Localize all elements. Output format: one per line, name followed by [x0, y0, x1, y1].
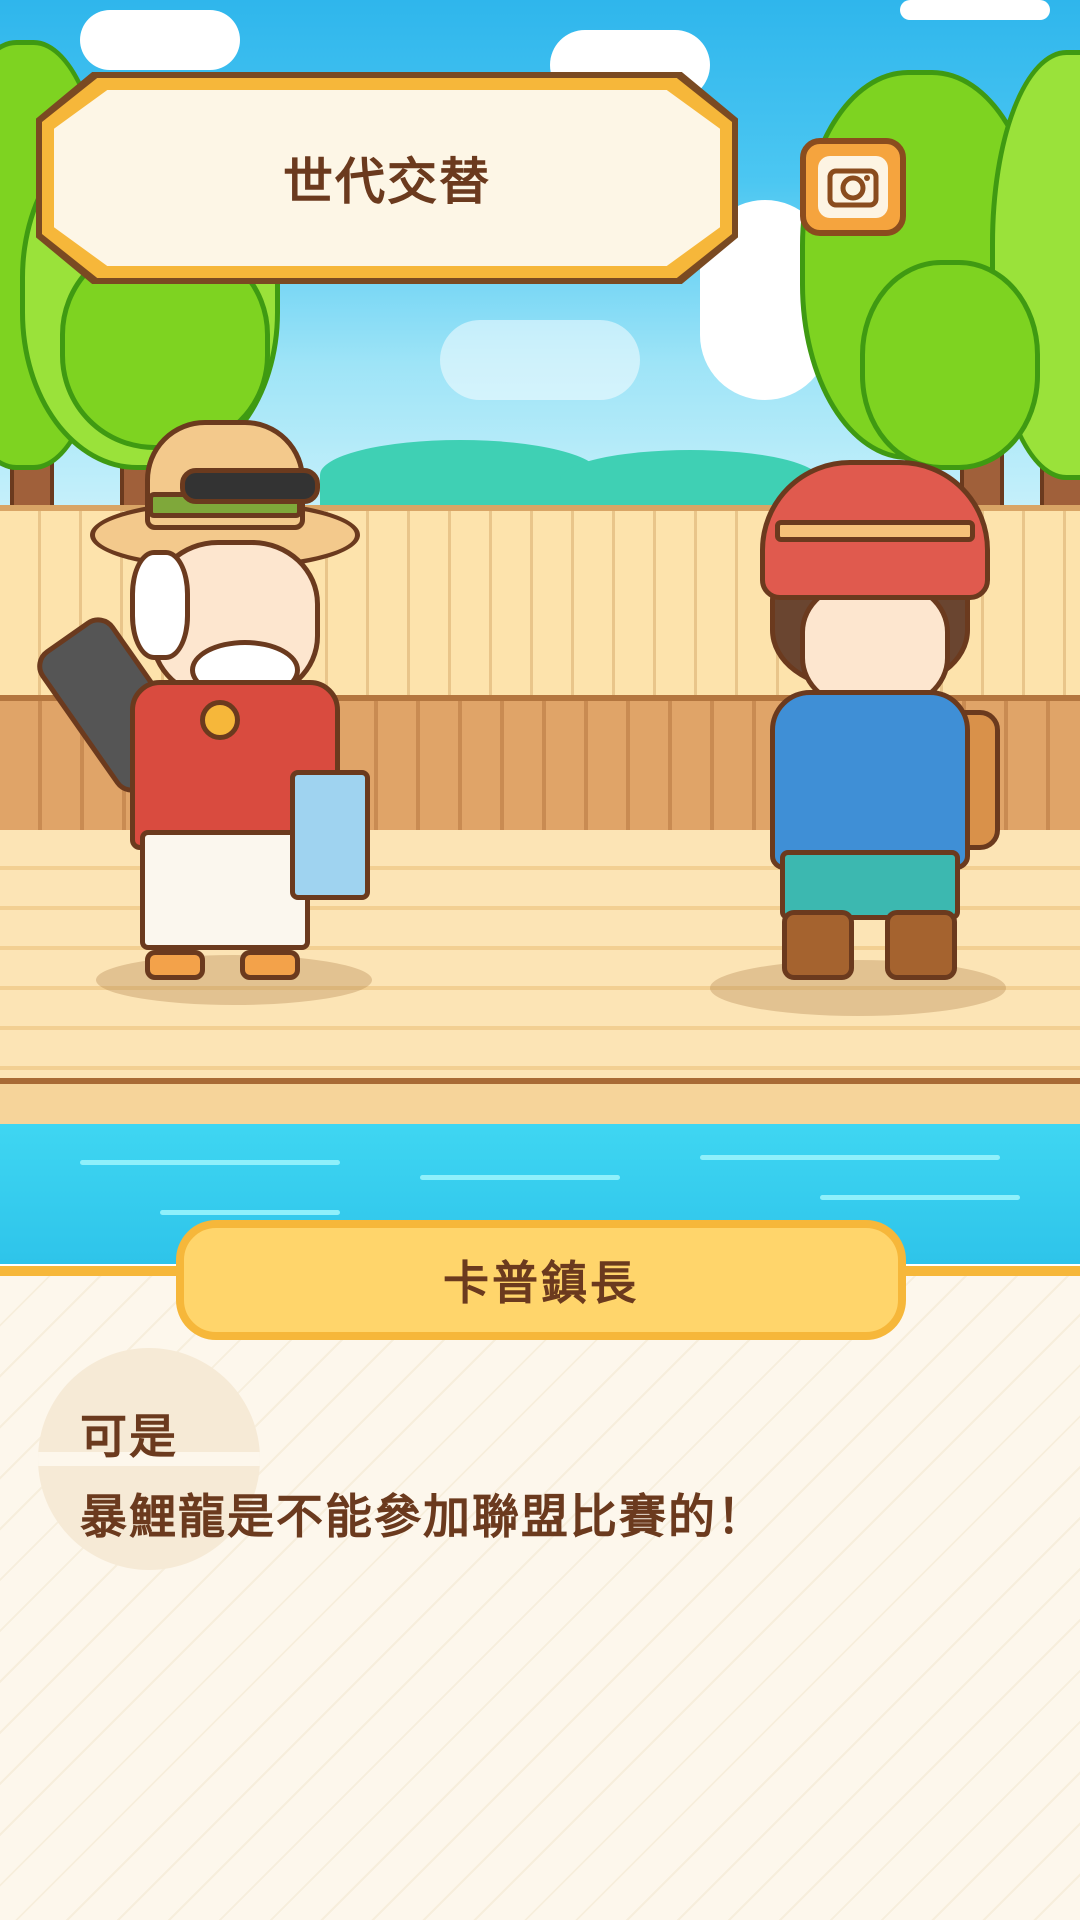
cloud: [900, 0, 1050, 20]
camera-icon: [818, 156, 888, 218]
sandal: [240, 950, 300, 980]
character-player[interactable]: [720, 450, 1020, 990]
medal: [200, 700, 240, 740]
dialog-line: 暴鯉龍是不能參加聯盟比賽的！: [80, 1490, 766, 1545]
cloud: [440, 320, 640, 400]
water-ripple: [820, 1195, 1020, 1200]
screenshot-button[interactable]: [800, 138, 906, 236]
chapter-title: 世代交替: [283, 153, 491, 211]
cap-stripe: [775, 520, 975, 542]
white-shorts: [140, 830, 310, 950]
sandal: [145, 950, 205, 980]
cloud: [80, 10, 240, 70]
boot: [782, 910, 854, 980]
white-hair: [130, 550, 190, 660]
blue-hoodie: [770, 690, 970, 870]
water-ripple: [420, 1175, 620, 1180]
character-kahuna[interactable]: [29, 410, 390, 990]
deck-edge: [0, 1078, 1080, 1130]
sunglasses: [180, 468, 320, 504]
shopping-bag: [290, 770, 370, 900]
title-plate: 世代交替: [54, 90, 720, 266]
dialog-line: 可是: [80, 1410, 178, 1465]
boot: [885, 910, 957, 980]
water-ripple: [700, 1155, 1000, 1160]
speaker-nameplate: 卡普鎮長: [176, 1220, 906, 1340]
water-ripple: [160, 1210, 340, 1215]
speaker-name: 卡普鎮長: [443, 1256, 639, 1310]
game-scene: 世代交替 卡普鎮長 可是 暴鯉龍是不能參加聯盟比賽的！: [0, 0, 1080, 1920]
water-ripple: [80, 1160, 340, 1165]
